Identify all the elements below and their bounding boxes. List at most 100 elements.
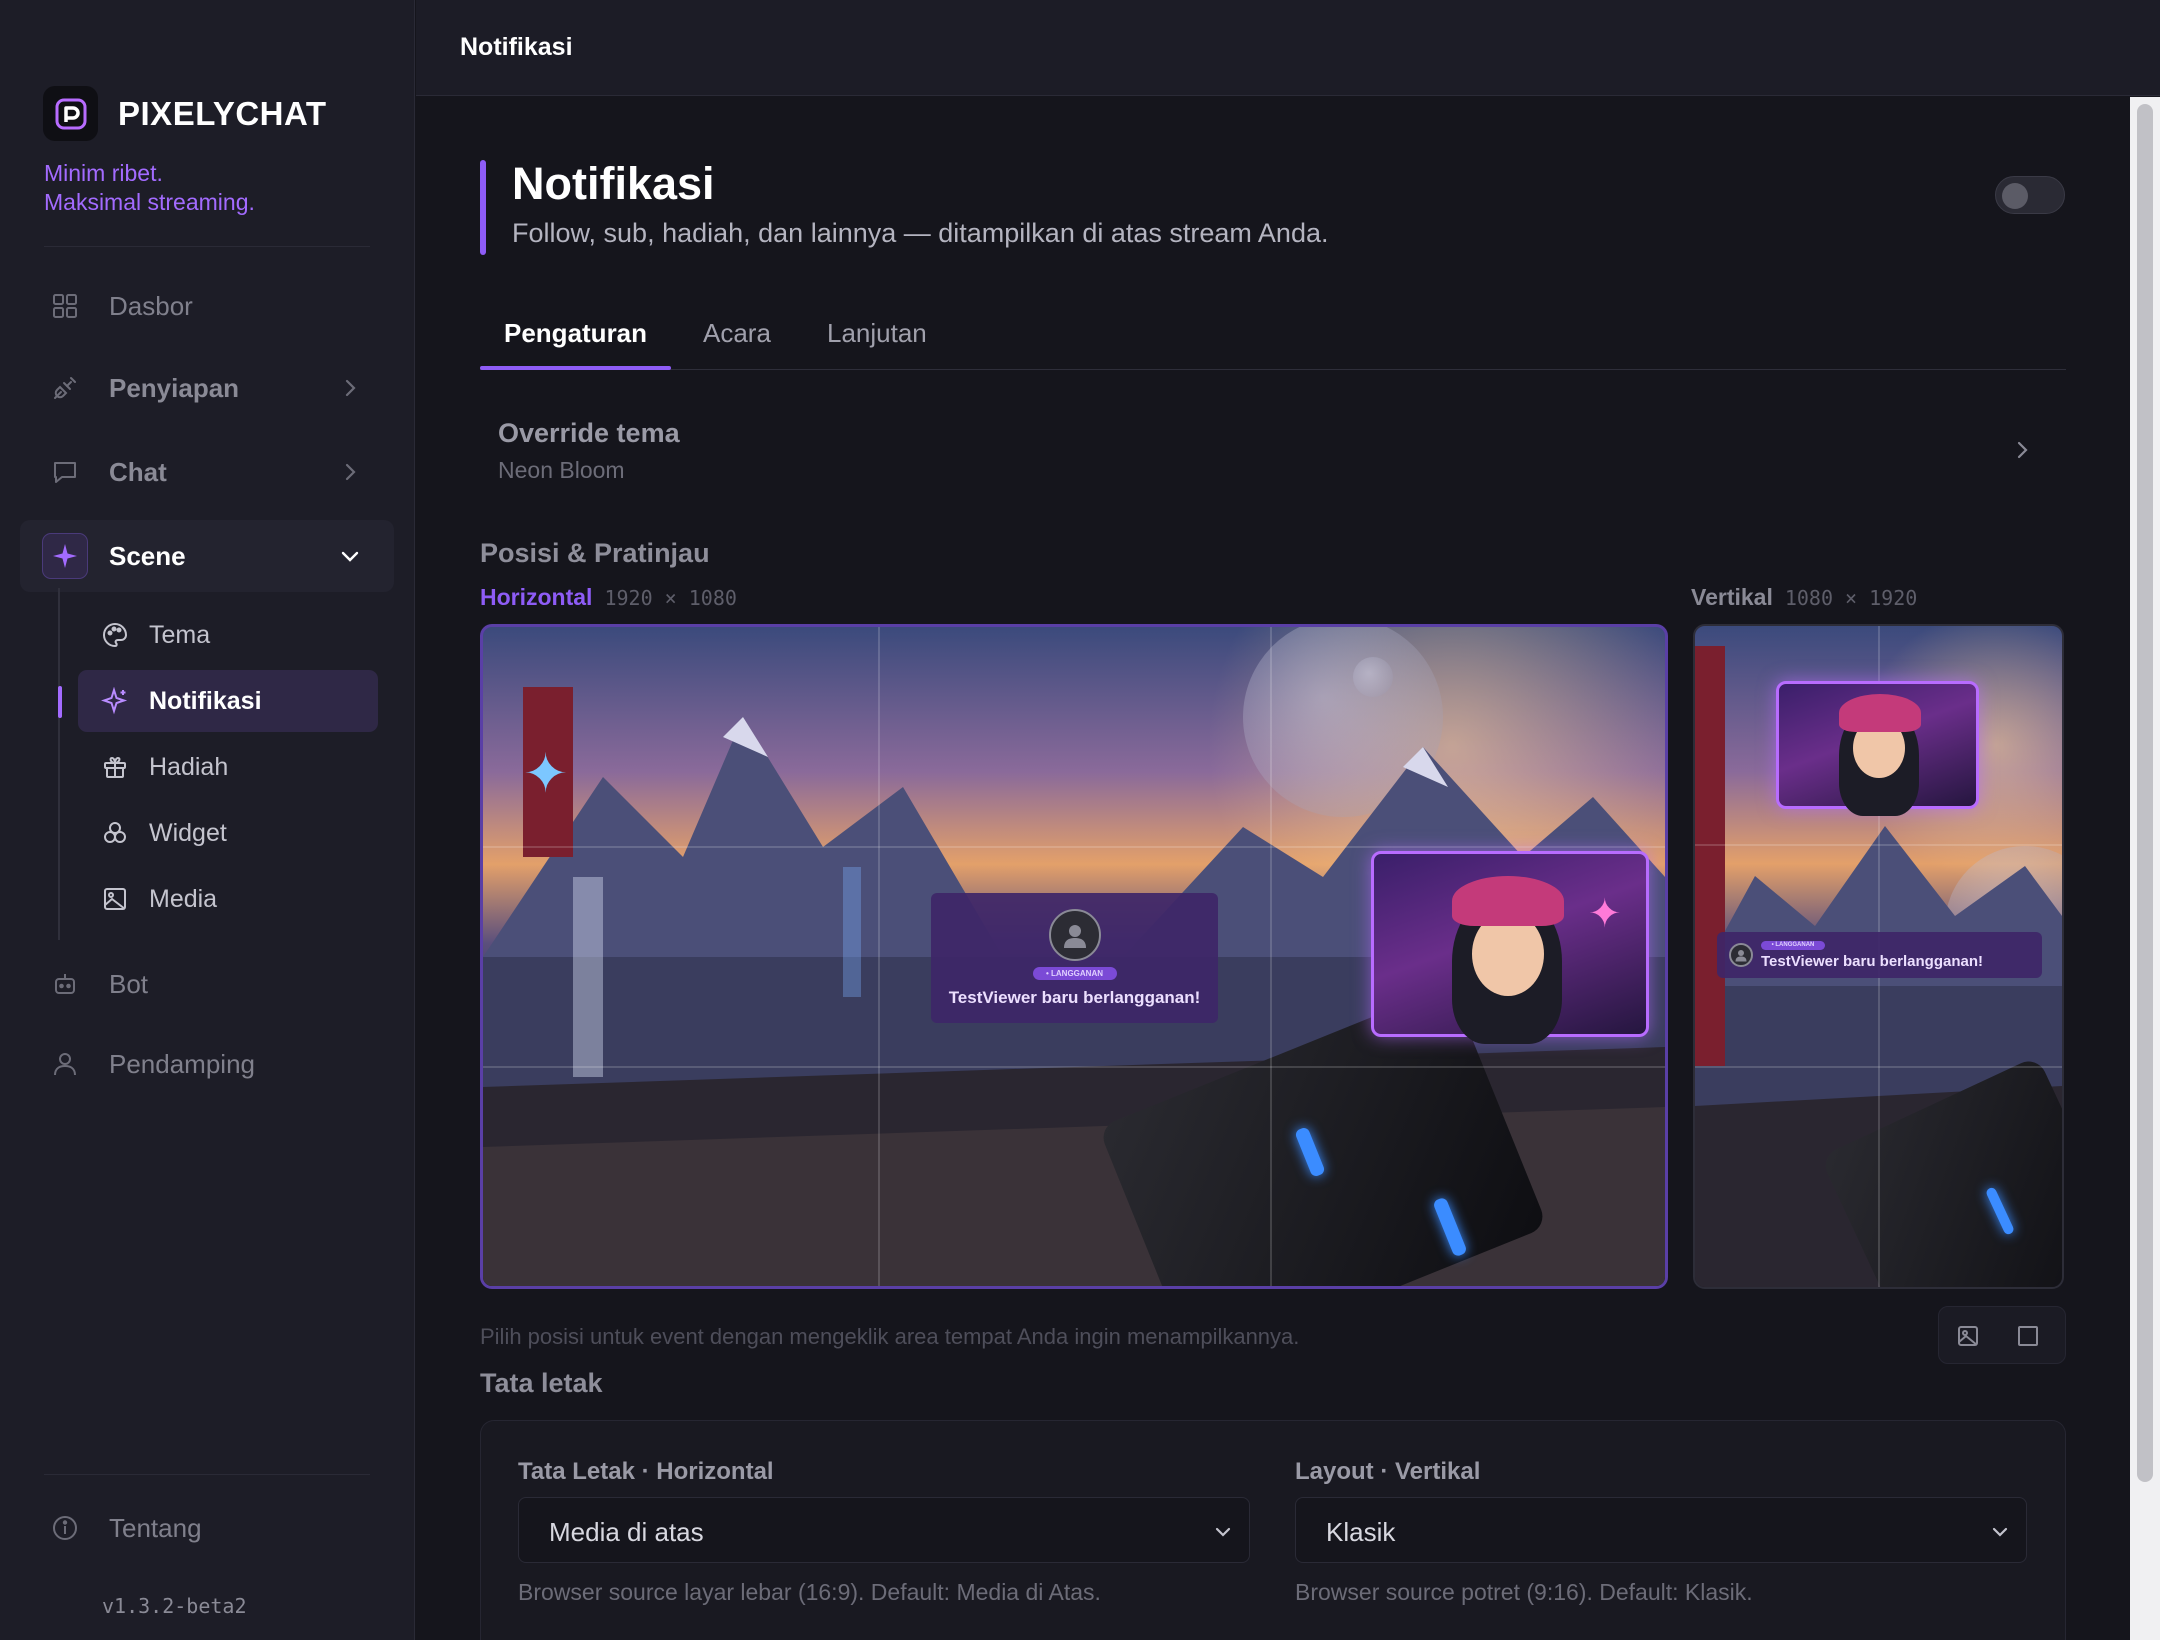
sidebar-item-chat[interactable]: Chat (20, 436, 394, 508)
sidebar-subitem-notifikasi[interactable]: Notifikasi (78, 670, 378, 732)
webcam-frame[interactable]: ✦ (1371, 851, 1649, 1044)
preview-view-toggle (1938, 1306, 2066, 1364)
vertical-preview-canvas[interactable]: • LANGGANAN TestViewer baru berlangganan… (1693, 624, 2064, 1289)
notification-badge: • LANGGANAN (1032, 966, 1117, 980)
tagline-line-1: Minim ribet. (44, 160, 163, 186)
page-title: Notifikasi (512, 158, 715, 209)
topbar-title: Notifikasi (460, 33, 573, 61)
webcam-frame[interactable] (1776, 681, 1979, 816)
active-tab-indicator (480, 366, 671, 370)
brand-tagline: Minim ribet. Maksimal streaming. (44, 159, 255, 217)
sidebar-subitem-tema[interactable]: Tema (78, 604, 378, 666)
notifications-enable-toggle[interactable] (1995, 176, 2065, 214)
layout-section-title: Tata letak (480, 1368, 603, 1398)
vertical-preview-label: Vertikal 1080 × 1920 (1691, 584, 1917, 611)
subitem-label: Notifikasi (149, 686, 262, 715)
sidebar-item-label: Penyiapan (109, 372, 240, 403)
sidebar-item-scene[interactable]: Scene (20, 520, 394, 592)
sidebar-item-pendamping[interactable]: Pendamping (20, 1028, 394, 1100)
butterfly-icon: ✦ (523, 744, 569, 804)
pixelychat-logo-icon (43, 86, 98, 141)
layout-card: Tata Letak · Horizontal Media di atas Br… (480, 1420, 2066, 1640)
chevron-down-icon (340, 546, 360, 566)
notification-badge: • LANGGANAN (1761, 940, 1825, 950)
info-icon (50, 1513, 80, 1543)
sidebar-subitem-widget[interactable]: Widget (78, 802, 378, 864)
subitem-label: Media (149, 884, 218, 913)
horizontal-layout-select[interactable]: Media di atas (518, 1497, 1250, 1563)
sidebar-item-label: Pendamping (109, 1048, 255, 1079)
vertical-layout-help: Browser source potret (9:16). Default: K… (1295, 1579, 1753, 1605)
sidebar-item-label: Dasbor (109, 290, 193, 321)
horizontal-layout-help: Browser source layar lebar (16:9). Defau… (518, 1579, 1101, 1605)
subitem-label: Tema (149, 620, 211, 649)
image-view-button[interactable] (1951, 1319, 1985, 1353)
sidebar-item-bot[interactable]: Bot (20, 948, 394, 1020)
grid-line (1270, 627, 1272, 1286)
tab-bar: Pengaturan Acara Lanjutan (480, 300, 2066, 370)
notification-content: • LANGGANAN TestViewer baru berlangganan… (1761, 940, 1984, 970)
streamer-beret (1452, 876, 1564, 926)
sidebar-item-label: Tentang (109, 1512, 202, 1543)
viewer-avatar (1729, 943, 1753, 967)
sidebar-item-label: Bot (109, 968, 149, 999)
grid-line (483, 1066, 1665, 1068)
notification-text: TestViewer baru berlangganan! (948, 987, 1201, 1007)
notification-preview-card[interactable]: • LANGGANAN TestViewer baru berlangganan… (931, 893, 1218, 1023)
chevron-down-icon (1990, 1522, 2010, 1542)
page-subtitle: Follow, sub, hadiah, dan lainnya — ditam… (512, 218, 1329, 248)
vertical-label: Vertikal (1691, 584, 1773, 610)
preview-section-title: Posisi & Pratinjau (480, 538, 710, 568)
preview-hint: Pilih posisi untuk event dengan mengekli… (480, 1324, 1300, 1349)
override-value: Neon Bloom (498, 457, 625, 483)
horizontal-dimensions: 1920 × 1080 (604, 586, 737, 610)
pillar-image (1695, 646, 1725, 1066)
grid-line (878, 627, 880, 1286)
sidebar-item-label: Chat (109, 456, 167, 487)
sparkle-icon (42, 533, 88, 579)
horizontal-preview-label: Horizontal 1920 × 1080 (480, 584, 737, 611)
sidebar-divider (44, 246, 370, 247)
horizontal-preview-canvas[interactable]: ✦ • LANGGANAN TestViewer baru berlanggan… (480, 624, 1668, 1289)
sidebar-item-dasbor[interactable]: Dasbor (20, 270, 394, 342)
notification-text: TestViewer baru berlangganan! (1761, 952, 1984, 970)
theme-override-row[interactable]: Override tema Neon Bloom (480, 400, 2066, 500)
chat-bubble-icon (50, 457, 80, 487)
chevron-right-icon (340, 462, 360, 482)
subitem-label: Widget (149, 818, 227, 847)
streamer-beret (1839, 694, 1921, 732)
chevron-down-icon (1213, 1522, 1233, 1542)
sidebar: PIXELYCHAT Minim ribet. Maksimal streami… (0, 0, 415, 1640)
toggle-knob (2002, 183, 2028, 209)
grid-line (483, 846, 1665, 848)
tab-lanjutan[interactable]: Lanjutan (827, 318, 927, 349)
outline-view-button[interactable] (2011, 1319, 2045, 1353)
select-value: Klasik (1326, 1517, 1396, 1547)
vertical-layout-select[interactable]: Klasik (1295, 1497, 2027, 1563)
horizontal-layout-label: Tata Letak · Horizontal (518, 1458, 774, 1485)
tab-acara[interactable]: Acara (703, 318, 771, 349)
sidebar-divider (44, 1474, 370, 1475)
grid-line (1695, 844, 2062, 846)
notification-preview-card[interactable]: • LANGGANAN TestViewer baru berlangganan… (1717, 932, 2042, 978)
grid-icon (50, 291, 80, 321)
grid-line (1695, 1066, 2062, 1068)
header-accent-bar (480, 160, 486, 255)
sidebar-subitem-media[interactable]: Media (78, 868, 378, 930)
sidebar-item-label: Scene (109, 540, 186, 571)
plug-icon (50, 373, 80, 403)
sidebar-item-penyiapan[interactable]: Penyiapan (20, 352, 394, 424)
scrollbar-thumb[interactable] (2137, 104, 2153, 1482)
sidebar-subitem-hadiah[interactable]: Hadiah (78, 736, 378, 798)
robot-icon (50, 969, 80, 999)
tagline-line-2: Maksimal streaming. (44, 189, 255, 215)
sidebar-item-tentang[interactable]: Tentang (20, 1492, 394, 1564)
tab-pengaturan[interactable]: Pengaturan (504, 318, 647, 349)
override-title: Override tema (498, 418, 680, 448)
viewer-avatar (1048, 908, 1101, 961)
image-icon (101, 885, 129, 913)
vertical-layout-label: Layout · Vertikal (1295, 1458, 1481, 1485)
brand-name: PIXELYCHAT (118, 94, 327, 132)
brand[interactable]: PIXELYCHAT (43, 86, 327, 141)
select-value: Media di atas (549, 1517, 704, 1547)
